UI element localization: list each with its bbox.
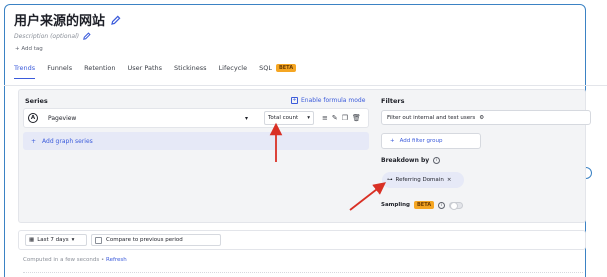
checkbox[interactable] <box>95 236 102 244</box>
query-panel: Series + Enable formula mode A Pageview … <box>18 89 591 223</box>
series-row: A Pageview ▾ Total count ▾ ≡ ✎ ❐ 🗑 <box>23 108 369 128</box>
chevron-down-icon: ▾ <box>244 114 248 122</box>
description-row: Description (optional) <box>14 32 91 40</box>
delete-icon[interactable]: 🗑 <box>352 114 361 122</box>
edit-icon[interactable]: ✎ <box>332 114 338 122</box>
gear-icon[interactable]: ⚙ <box>479 115 484 121</box>
formula-icon: + <box>291 97 298 104</box>
series-letter-badge: A <box>28 113 38 123</box>
filter-internal-users-select[interactable]: Filter out internal and test users ⚙ <box>381 110 591 125</box>
plus-icon: + <box>390 138 395 144</box>
title-row: 用户来源的网站 <box>14 10 121 29</box>
plus-icon: + <box>31 137 37 145</box>
series-heading: Series <box>25 97 48 105</box>
close-icon[interactable]: × <box>447 177 452 183</box>
date-range-select[interactable]: ▦ Last 7 days ▾ <box>25 234 87 246</box>
sampling-beta-badge: BETA <box>413 201 435 209</box>
breakdown-heading: Breakdown by i <box>381 157 441 164</box>
aggregation-select[interactable]: Total count ▾ <box>264 111 314 125</box>
tab-stickiness[interactable]: Stickiness <box>174 64 207 79</box>
event-select[interactable]: Pageview ▾ <box>48 115 252 122</box>
sampling-row: Sampling BETA i <box>381 201 464 210</box>
compare-previous-checkbox[interactable]: Compare to previous period <box>91 234 221 246</box>
edit-title-pencil-icon[interactable] <box>111 15 121 25</box>
property-icon: ⊶ <box>387 177 393 183</box>
page-title[interactable]: 用户来源的网站 <box>14 10 105 29</box>
add-filter-group-button[interactable]: + Add filter group <box>381 133 481 149</box>
tab-lifecycle[interactable]: Lifecycle <box>219 64 248 79</box>
computed-status: Computed in a few seconds • Refresh <box>23 257 127 263</box>
add-tag-button[interactable]: + Add tag <box>15 46 43 52</box>
sql-beta-badge: BETA <box>275 64 297 72</box>
refresh-link[interactable]: Refresh <box>106 257 127 263</box>
chevron-down-icon: ▾ <box>307 115 310 121</box>
filters-heading: Filters <box>381 97 405 105</box>
chevron-down-icon: ▾ <box>71 237 75 243</box>
tab-trends[interactable]: Trends <box>14 64 36 79</box>
tab-user-paths[interactable]: User Paths <box>127 64 162 79</box>
info-icon[interactable]: i <box>438 201 446 209</box>
edit-description-pencil-icon[interactable] <box>83 32 91 40</box>
chart-area-border <box>23 272 583 273</box>
tabs-divider <box>4 85 607 86</box>
enable-formula-mode-button[interactable]: + Enable formula mode <box>291 97 365 104</box>
filter-icon[interactable]: ≡ <box>322 114 328 122</box>
date-controls: ▦ Last 7 days ▾ Compare to previous peri… <box>18 230 586 250</box>
breakdown-chip[interactable]: ⊶ Referring Domain × <box>382 172 464 188</box>
duplicate-icon[interactable]: ❐ <box>342 114 348 122</box>
add-graph-series-button[interactable]: + Add graph series <box>23 132 369 150</box>
insight-tabs: Trends Funnels Retention User Paths Stic… <box>14 64 297 79</box>
tab-funnels[interactable]: Funnels <box>47 64 72 79</box>
series-actions: ≡ ✎ ❐ 🗑 <box>322 114 361 122</box>
info-icon[interactable]: i <box>433 157 441 164</box>
calendar-icon: ▦ <box>29 237 35 243</box>
description-placeholder[interactable]: Description (optional) <box>14 33 79 40</box>
tab-sql[interactable]: SQL BETA <box>259 64 297 79</box>
sampling-toggle[interactable] <box>449 201 464 210</box>
tab-retention[interactable]: Retention <box>84 64 115 79</box>
